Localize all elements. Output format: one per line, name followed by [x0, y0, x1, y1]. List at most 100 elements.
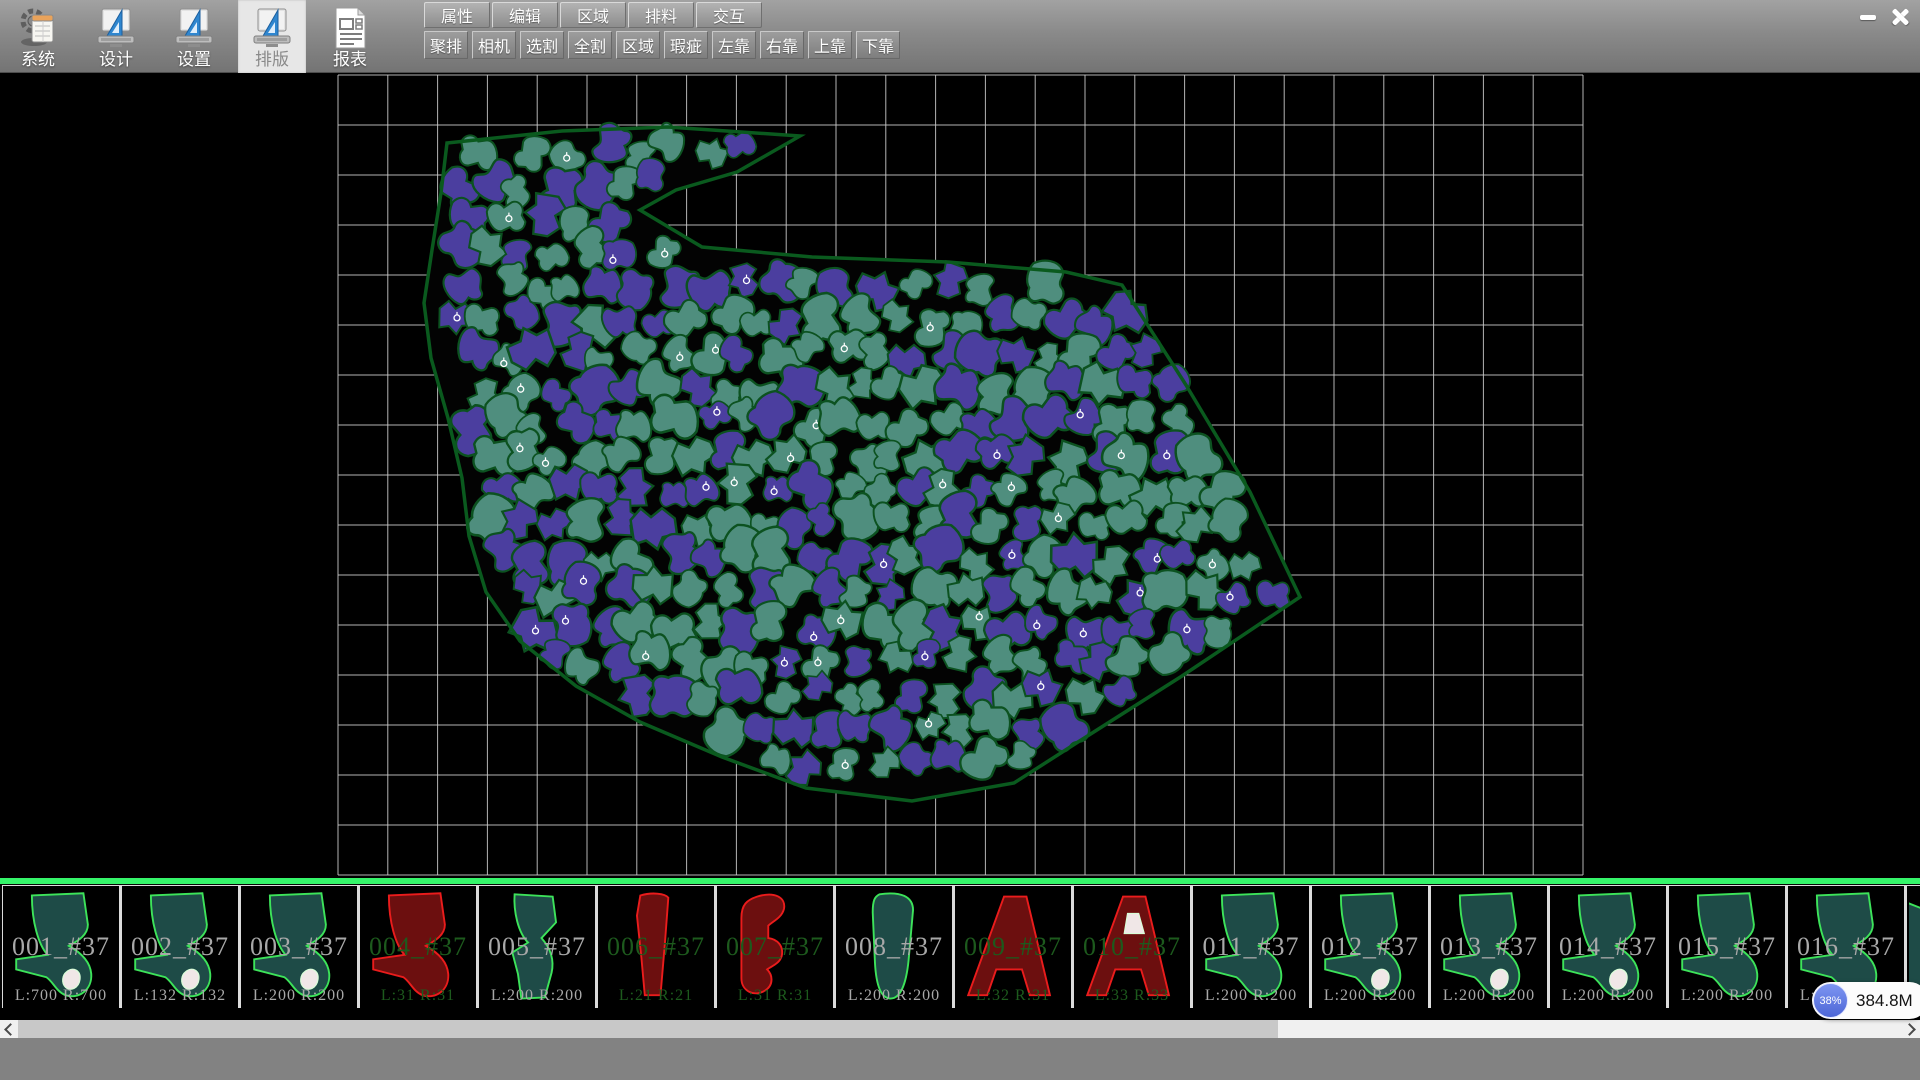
piece-lr-count-label: L:31 R:31 [717, 987, 833, 1005]
menu-button[interactable]: 排料 [628, 2, 694, 28]
piece-thumbnail[interactable]: 014_#37 L:200 R:200 [1549, 885, 1668, 1008]
piece-lr-count-label: L:200 R:200 [1669, 987, 1785, 1005]
minimize-button[interactable] [1854, 4, 1882, 30]
piece-lr-count-label: L:21 R:21 [598, 987, 714, 1005]
menu-button[interactable]: 区域 [560, 2, 626, 28]
piece-thumbnail[interactable]: 008_#37 L:200 R:200 [835, 885, 954, 1008]
usage-percent-badge: 38% [1813, 983, 1848, 1018]
tool-button-label: 左靠 [718, 33, 750, 57]
tool-button[interactable]: 相机 [472, 31, 516, 59]
tool-button[interactable]: 瑕疵 [664, 31, 708, 59]
piece-thumbnail[interactable]: 004_#37 L:31 R:31 [359, 885, 478, 1008]
chevron-left-icon [4, 1023, 17, 1036]
memory-size-label: 384.8M [1856, 982, 1913, 1019]
piece-thumbnail[interactable]: 009_#37 L:32 R:31 [954, 885, 1073, 1008]
toolbar-button-label: 系统 [21, 50, 55, 70]
piece-lr-count-label: L:200 R:200 [1193, 987, 1309, 1005]
main-toolbar-buttons: 系统 设计 设置 排版 报表 [4, 0, 394, 73]
tool-button-label: 相机 [478, 33, 510, 57]
nesting-app-window: { "toolbar": { "main_buttons": [ {"label… [0, 0, 1920, 1080]
menu-row-top: 属性 编辑 区域 排料 交互 [424, 2, 764, 28]
menu-button-label: 区域 [577, 3, 609, 27]
piece-thumbnail[interactable]: 006_#37 L:21 R:21 [597, 885, 716, 1008]
main-toolbar-button[interactable]: 排版 [238, 0, 306, 73]
tool-button-label: 区域 [622, 33, 654, 57]
minimize-icon [1860, 15, 1876, 20]
menu-button[interactable]: 属性 [424, 2, 490, 28]
scrollbar-thumb[interactable] [18, 1020, 1278, 1038]
close-button[interactable] [1886, 4, 1914, 30]
piece-lr-count-label: L:200 R:200 [479, 987, 595, 1005]
piece-thumbnail[interactable]: 011_#37 L:200 R:200 [1192, 885, 1311, 1008]
piece-id-label: 008_#37 [836, 932, 952, 962]
tool-button[interactable]: 选割 [520, 31, 564, 59]
window-controls [1854, 4, 1914, 30]
nesting-canvas-drawing [0, 73, 1920, 878]
tool-button[interactable]: 上靠 [808, 31, 852, 59]
scroll-left-button[interactable] [0, 1020, 18, 1038]
scroll-right-button[interactable] [1902, 1020, 1920, 1038]
memory-usage-widget[interactable]: 38% 384.8M [1812, 982, 1920, 1019]
close-icon [1891, 8, 1909, 26]
piece-thumbnail[interactable]: 003_#37 L:200 R:200 [240, 885, 359, 1008]
tool-button[interactable]: 聚排 [424, 31, 468, 59]
main-toolbar-button[interactable]: 报表 [316, 0, 384, 73]
toolbar-button-label: 设计 [99, 50, 133, 70]
piece-thumbnail[interactable]: 001_#37 L:700 R:700 [2, 885, 121, 1008]
piece-id-label: 011_#37 [1193, 932, 1309, 962]
piece-thumbnail[interactable]: 005_#37 L:200 R:200 [478, 885, 597, 1008]
tool-button[interactable]: 左靠 [712, 31, 756, 59]
piece-id-label: 010_#37 [1074, 932, 1190, 962]
tool-button-label: 全割 [574, 33, 606, 57]
toolbar-button-icon [95, 6, 137, 50]
piece-id-label: 009_#37 [955, 932, 1071, 962]
tool-button[interactable]: 区域 [616, 31, 660, 59]
piece-lr-count-label: L:31 R:31 [360, 987, 476, 1005]
toolbar-button-label: 排版 [255, 50, 289, 70]
menu-row-bottom: 聚排 相机 选割 全割 区域 瑕疵 [424, 31, 904, 59]
piece-id-label: 0 [1907, 932, 1920, 962]
chevron-right-icon [1903, 1023, 1916, 1036]
piece-id-label: 012_#37 [1312, 932, 1428, 962]
menu-button[interactable]: 交互 [696, 2, 762, 28]
piece-lr-count-label: L:33 R:33 [1074, 987, 1190, 1005]
piece-thumbnail[interactable]: 002_#37 L:132 R:132 [121, 885, 240, 1008]
piece-id-label: 016_#37 [1788, 932, 1904, 962]
piece-lr-count-label: L:200 R:200 [1431, 987, 1547, 1005]
tool-button-label: 聚排 [430, 33, 462, 57]
nesting-canvas[interactable] [0, 73, 1920, 878]
piece-thumbnail-strip: 001_#37 L:700 R:700 002_#37 L:132 R:132 … [0, 884, 1920, 1008]
menu-button[interactable]: 编辑 [492, 2, 558, 28]
piece-lr-count-label: L:132 R:132 [122, 987, 238, 1005]
tool-button-label: 下靠 [862, 33, 894, 57]
tool-button[interactable]: 全割 [568, 31, 612, 59]
piece-thumbnail[interactable]: 015_#37 L:200 R:200 [1668, 885, 1787, 1008]
horizontal-scrollbar[interactable] [0, 1020, 1920, 1038]
toolbar-button-label: 设置 [177, 50, 211, 70]
titlebar-toolbar: 系统 设计 设置 排版 报表 [0, 0, 1920, 73]
piece-thumbnail[interactable]: 010_#37 L:33 R:33 [1073, 885, 1192, 1008]
toolbar-button-icon [329, 6, 371, 50]
tool-button[interactable]: 右靠 [760, 31, 804, 59]
piece-id-label: 006_#37 [598, 932, 714, 962]
main-toolbar-button[interactable]: 设置 [160, 0, 228, 73]
tool-button[interactable]: 下靠 [856, 31, 900, 59]
piece-thumbnail[interactable]: 007_#37 L:31 R:31 [716, 885, 835, 1008]
menu-button-label: 交互 [713, 3, 745, 27]
toolbar-button-label: 报表 [333, 50, 367, 70]
menu-button-label: 排料 [645, 3, 677, 27]
piece-thumbnail[interactable]: 012_#37 L:200 R:200 [1311, 885, 1430, 1008]
main-toolbar-button[interactable]: 设计 [82, 0, 150, 73]
piece-id-label: 007_#37 [717, 932, 833, 962]
piece-id-label: 014_#37 [1550, 932, 1666, 962]
piece-id-label: 015_#37 [1669, 932, 1785, 962]
toolbar-button-icon [251, 6, 293, 50]
menu-button-label: 属性 [441, 3, 473, 27]
piece-lr-count-label: L:200 R:200 [241, 987, 357, 1005]
main-toolbar-button[interactable]: 系统 [4, 0, 72, 73]
tool-button-label: 瑕疵 [670, 33, 702, 57]
piece-thumbnail[interactable]: 013_#37 L:200 R:200 [1430, 885, 1549, 1008]
piece-id-label: 003_#37 [241, 932, 357, 962]
piece-id-label: 002_#37 [122, 932, 238, 962]
toolbar-button-icon [173, 6, 215, 50]
